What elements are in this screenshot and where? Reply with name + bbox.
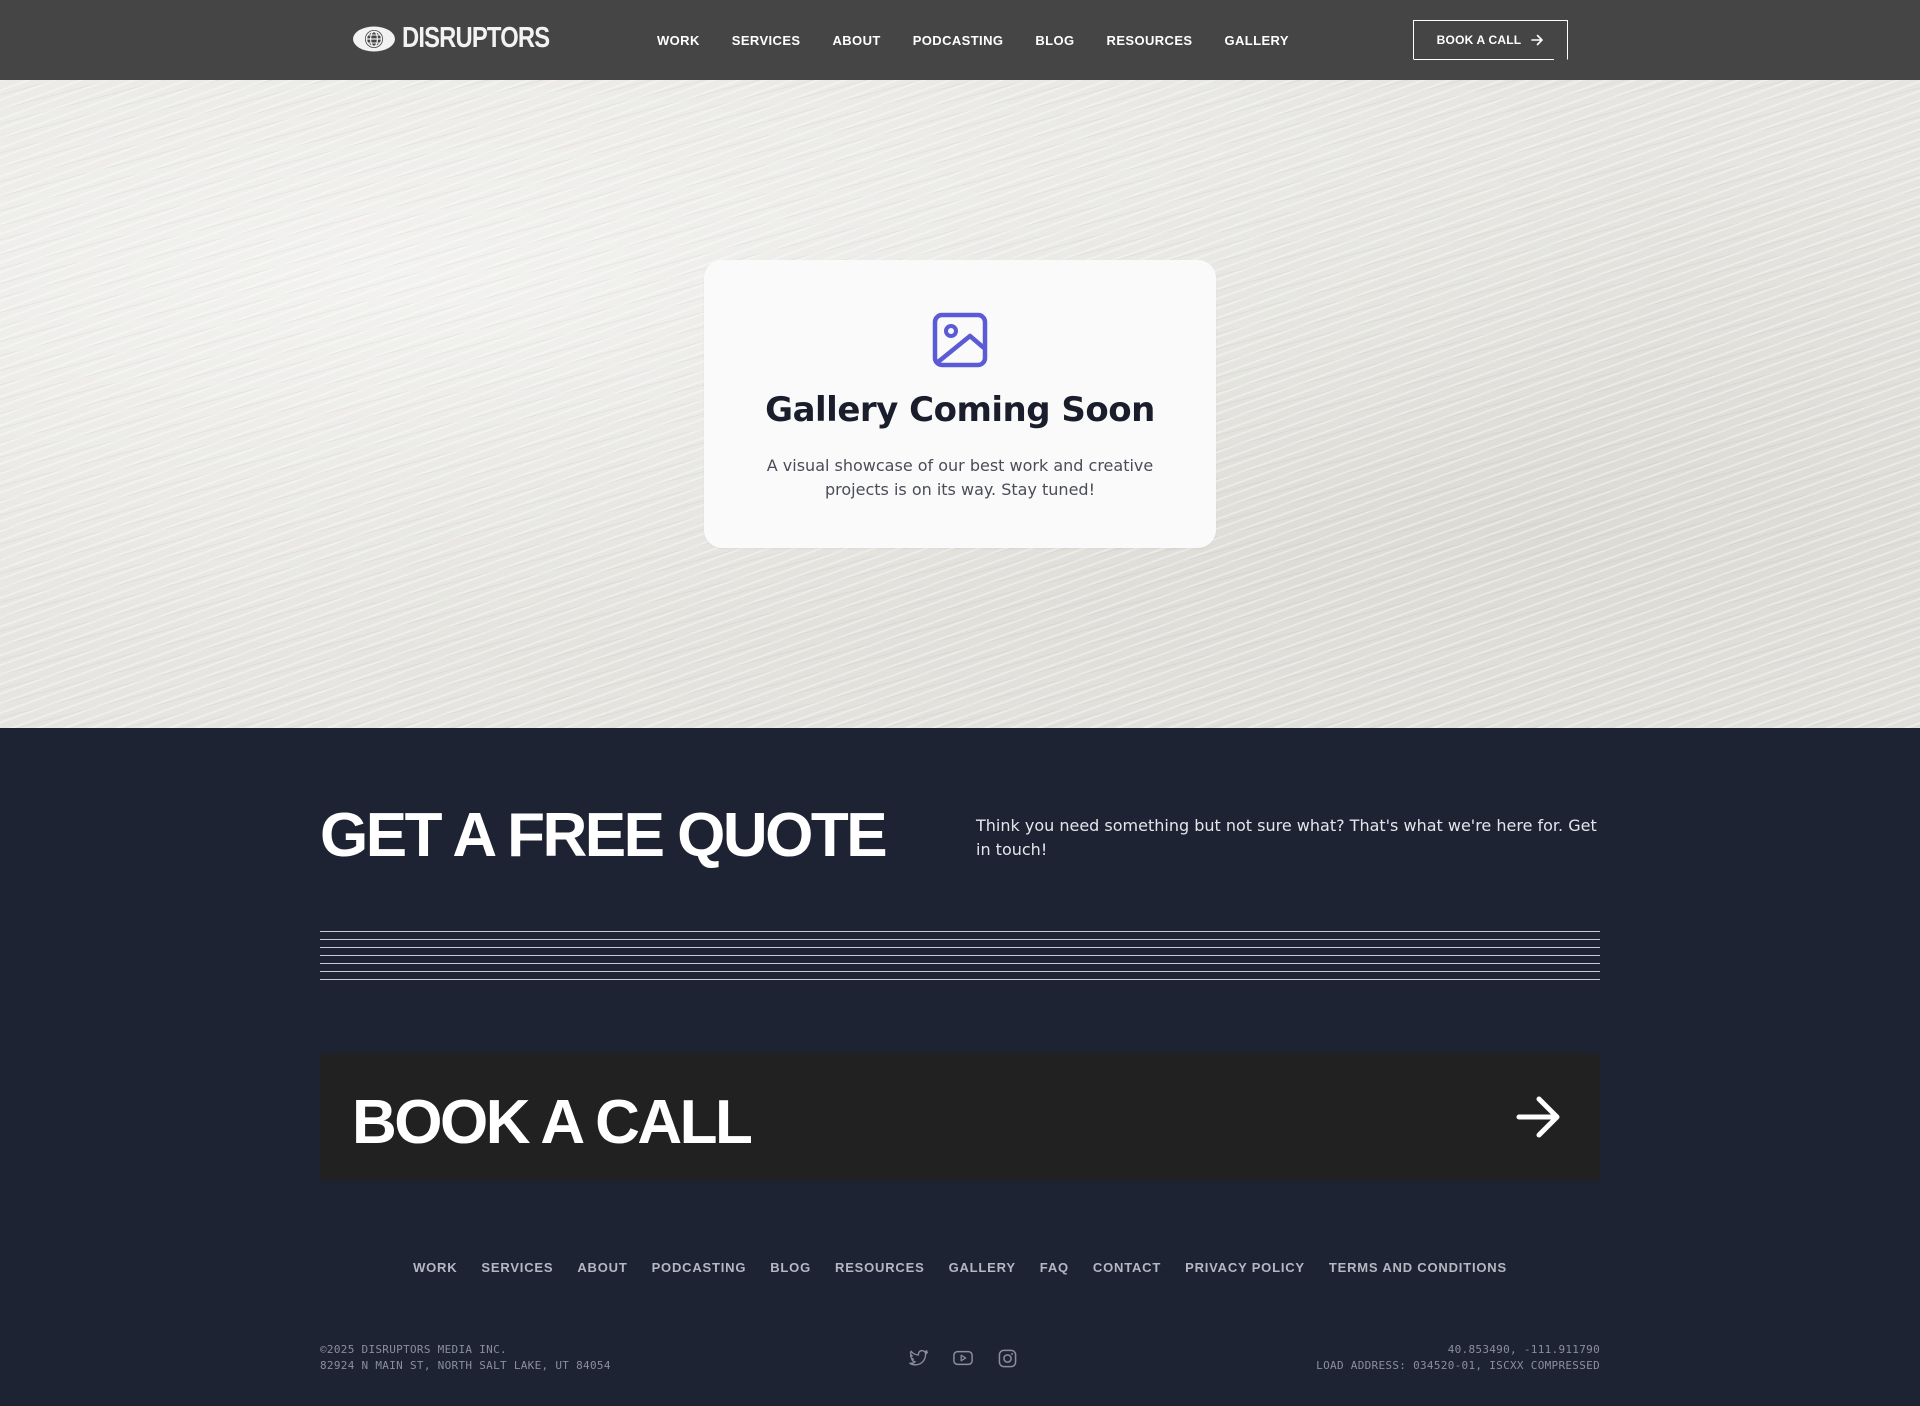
nav-podcasting[interactable]: PODCASTING (913, 33, 1004, 48)
image-icon (932, 312, 988, 368)
top-navigation-bar: DISRUPTORS WORK SERVICES ABOUT PODCASTIN… (0, 0, 1920, 80)
nav-work[interactable]: WORK (657, 33, 700, 48)
footer-link-blog[interactable]: BLOG (770, 1260, 811, 1275)
book-a-call-banner-label: BOOK A CALL (352, 1088, 753, 1157)
instagram-icon[interactable] (996, 1347, 1018, 1369)
footer-nav: WORK SERVICES ABOUT PODCASTING BLOG RESO… (0, 1260, 1920, 1275)
coordinates: 40.853490, -111.911790 (1447, 1343, 1600, 1356)
divider-line (320, 947, 1600, 948)
footer-link-faq[interactable]: FAQ (1040, 1260, 1069, 1275)
book-a-call-button[interactable]: BOOK A CALL (1413, 20, 1568, 60)
decorative-lines (320, 931, 1600, 987)
footer-link-contact[interactable]: CONTACT (1093, 1260, 1161, 1275)
address: 82924 N MAIN ST, NORTH SALT LAKE, UT 840… (320, 1359, 611, 1372)
nav-blog[interactable]: BLOG (1035, 33, 1074, 48)
divider-line (320, 939, 1600, 940)
nav-services[interactable]: SERVICES (732, 33, 801, 48)
page-title: Gallery Coming Soon (765, 390, 1155, 430)
footer-link-privacy-policy[interactable]: PRIVACY POLICY (1185, 1260, 1305, 1275)
footer-link-work[interactable]: WORK (413, 1260, 457, 1275)
footer-link-podcasting[interactable]: PODCASTING (652, 1260, 747, 1275)
load-address: LOAD ADDRESS: 034520-01, ISCXX COMPRESSE… (1316, 1359, 1600, 1372)
nav-about[interactable]: ABOUT (832, 33, 880, 48)
footer-link-services[interactable]: SERVICES (481, 1260, 553, 1275)
arrow-right-icon (1531, 34, 1544, 46)
footer-link-gallery[interactable]: GALLERY (949, 1260, 1016, 1275)
coming-soon-card: Gallery Coming Soon A visual showcase of… (704, 260, 1216, 548)
globe-eye-icon (353, 26, 395, 51)
divider-line (320, 963, 1600, 964)
social-links (908, 1347, 1018, 1369)
footer-link-resources[interactable]: RESOURCES (835, 1260, 925, 1275)
book-a-call-label: BOOK A CALL (1436, 33, 1522, 47)
quote-text: Think you need something but not sure wh… (976, 816, 1597, 859)
footer-link-terms[interactable]: TERMS AND CONDITIONS (1329, 1260, 1507, 1275)
copyright: ©2025 DISRUPTORS MEDIA INC. (320, 1343, 507, 1356)
divider-line (320, 971, 1600, 972)
nav-gallery[interactable]: GALLERY (1224, 33, 1288, 48)
page-description: A visual showcase of our best work and c… (766, 456, 1154, 499)
quote-heading: GET A FREE QUOTE (320, 801, 888, 870)
company-info: ©2025 DISRUPTORS MEDIA INC. 82924 N MAIN… (320, 1342, 611, 1374)
book-a-call-banner-button[interactable]: BOOK A CALL (320, 1053, 1600, 1181)
footer-link-about[interactable]: ABOUT (577, 1260, 627, 1275)
twitter-icon[interactable] (908, 1347, 930, 1369)
nav-resources[interactable]: RESOURCES (1107, 33, 1193, 48)
divider-line (320, 979, 1600, 980)
button-underline (1414, 59, 1554, 60)
location-info: 40.853490, -111.911790 LOAD ADDRESS: 034… (1316, 1342, 1600, 1374)
youtube-icon[interactable] (952, 1347, 974, 1369)
arrow-right-icon (1516, 1096, 1560, 1138)
logo-text: DISRUPTORS (402, 22, 550, 54)
logo[interactable]: DISRUPTORS (352, 22, 582, 55)
main-nav: WORK SERVICES ABOUT PODCASTING BLOG RESO… (657, 0, 1321, 80)
gallery-hero: Gallery Coming Soon A visual showcase of… (0, 80, 1920, 728)
divider-line (320, 931, 1600, 932)
divider-line (320, 955, 1600, 956)
